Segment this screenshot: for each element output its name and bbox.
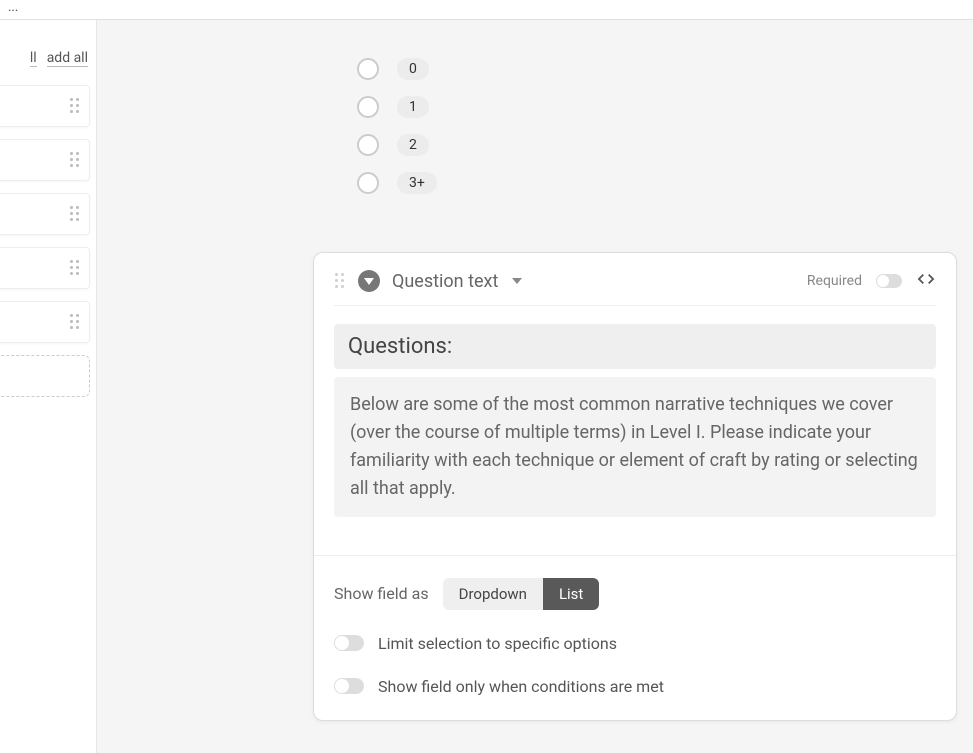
radio-option-label: 1	[397, 96, 429, 118]
show-as-label: Show field as	[334, 584, 429, 603]
show-field-as-row: Show field as Dropdown List	[334, 578, 936, 610]
drag-handle-icon[interactable]	[69, 259, 81, 277]
limit-selection-label: Limit selection to specific options	[378, 634, 617, 653]
conditional-visibility-row: Show field only when conditions are met	[334, 677, 936, 696]
drag-handle-icon[interactable]	[69, 97, 81, 115]
remove-all-link[interactable]: ll	[30, 50, 37, 67]
drag-handle-icon[interactable]	[69, 205, 81, 223]
field-sidebar: ll add all t... ide	[0, 20, 97, 753]
question-type-label[interactable]: Question text	[392, 271, 498, 292]
code-icon[interactable]	[916, 269, 936, 293]
radio-option-label: 0	[397, 58, 429, 80]
add-all-link[interactable]: add all	[47, 50, 88, 67]
radio-icon[interactable]	[357, 58, 379, 80]
chevron-down-icon[interactable]	[512, 278, 522, 284]
show-as-segmented: Dropdown List	[443, 578, 600, 610]
sidebar-item[interactable]	[0, 301, 90, 343]
main-canvas: 0 1 2 3+ Question text Required	[97, 20, 973, 753]
sidebar-item[interactable]	[0, 193, 90, 235]
radio-icon[interactable]	[357, 172, 379, 194]
radio-option-label: 3+	[397, 172, 437, 194]
sidebar-actions: ll add all	[0, 50, 96, 85]
question-type-icon[interactable]	[358, 270, 380, 292]
show-as-list-option[interactable]: List	[543, 578, 599, 610]
sidebar-item[interactable]	[0, 85, 90, 127]
required-label: Required	[807, 273, 862, 289]
sidebar-item[interactable]	[0, 247, 90, 289]
question-settings: Show field as Dropdown List Limit select…	[314, 555, 956, 696]
radio-icon[interactable]	[357, 134, 379, 156]
sidebar-dropzone[interactable]: ide	[0, 355, 90, 397]
question-header: Question text Required	[334, 269, 936, 306]
breadcrumb-fragment: ...	[8, 0, 18, 15]
drag-handle-icon[interactable]	[334, 272, 346, 290]
conditional-toggle[interactable]	[334, 678, 364, 694]
radio-option[interactable]: 3+	[357, 164, 973, 202]
drag-handle-icon[interactable]	[69, 151, 81, 169]
question-editor-card: Question text Required Questions: Below …	[313, 252, 957, 721]
limit-selection-row: Limit selection to specific options	[334, 634, 936, 653]
radio-option[interactable]: 1	[357, 88, 973, 126]
radio-option[interactable]: 2	[357, 126, 973, 164]
limit-selection-toggle[interactable]	[334, 635, 364, 651]
required-toggle[interactable]	[876, 274, 902, 288]
top-bar: ...	[0, 0, 973, 20]
radio-icon[interactable]	[357, 96, 379, 118]
radio-option-label: 2	[397, 134, 429, 156]
conditional-label: Show field only when conditions are met	[378, 677, 664, 696]
question-title-input[interactable]: Questions:	[334, 324, 936, 369]
sidebar-item-label: t...	[0, 153, 59, 168]
drag-handle-icon[interactable]	[69, 313, 81, 331]
question-description-input[interactable]: Below are some of the most common narrat…	[334, 377, 936, 517]
sidebar-item[interactable]: t...	[0, 139, 90, 181]
show-as-dropdown-option[interactable]: Dropdown	[443, 578, 543, 610]
radio-option[interactable]: 0	[357, 50, 973, 88]
radio-option-group: 0 1 2 3+	[97, 20, 973, 202]
